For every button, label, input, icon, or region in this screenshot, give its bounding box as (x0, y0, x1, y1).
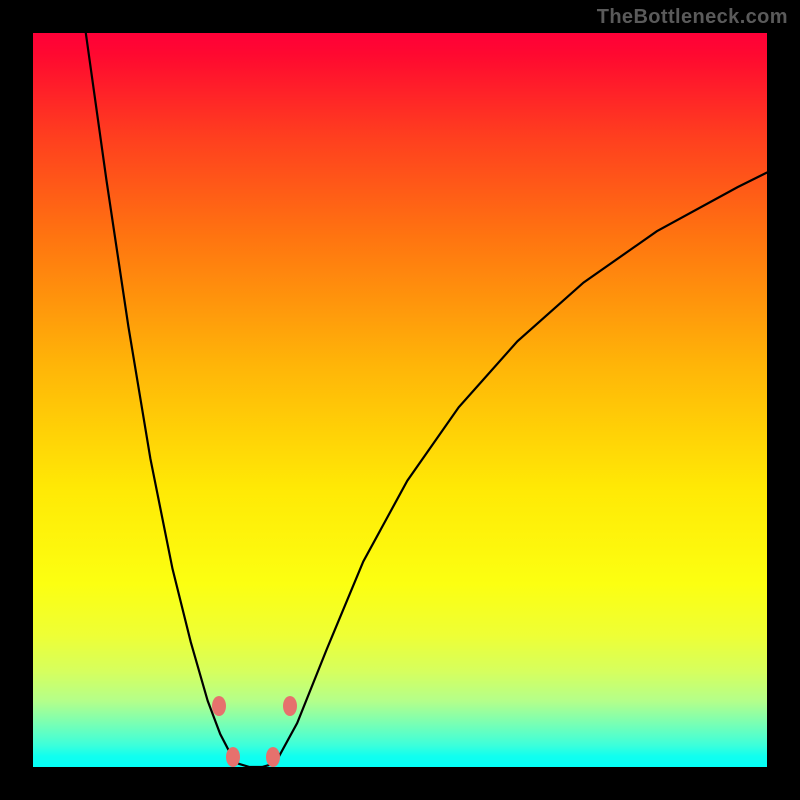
curve-marker-1 (226, 747, 240, 767)
curve-marker-3 (283, 696, 297, 716)
watermark-text: TheBottleneck.com (597, 6, 788, 29)
markers-layer (33, 33, 767, 767)
curve-marker-2 (266, 747, 280, 767)
plot-area (33, 33, 767, 767)
chart-frame: TheBottleneck.com (0, 0, 800, 800)
curve-marker-0 (212, 696, 226, 716)
